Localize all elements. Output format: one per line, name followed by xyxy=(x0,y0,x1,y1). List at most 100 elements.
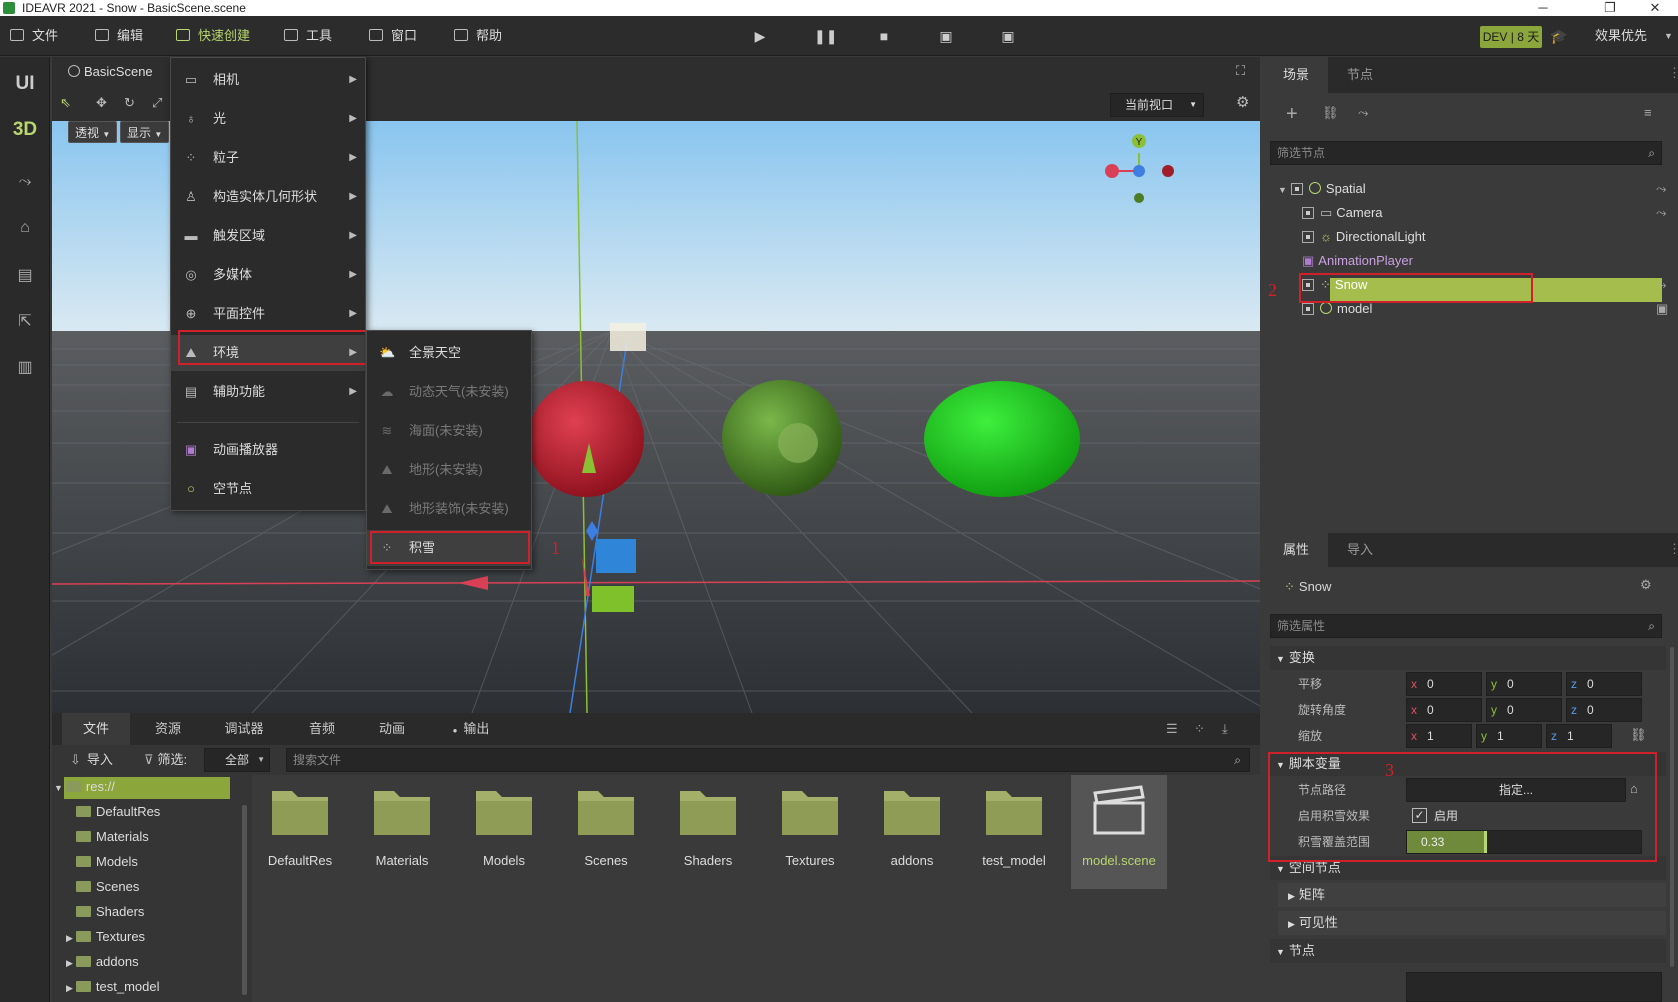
rotate-x-field[interactable]: x0 xyxy=(1406,698,1482,722)
menu-file[interactable]: 文件 xyxy=(10,16,58,56)
download-icon[interactable]: ⤓ xyxy=(1222,721,1228,737)
file-item-folder[interactable]: Models xyxy=(456,775,552,889)
menu-window[interactable]: 窗口 xyxy=(369,16,417,56)
section-matrix[interactable]: ▶ 矩阵 xyxy=(1278,883,1666,907)
y-gizmo-plane[interactable] xyxy=(592,586,634,612)
menu-item-media[interactable]: ◎ 多媒体 ▶ xyxy=(171,257,365,293)
menu-item-trigger[interactable]: ▬ 触发区域 ▶ xyxy=(171,218,365,254)
menu-quick-create[interactable]: 快速创建 xyxy=(176,16,250,56)
quality-dropdown[interactable]: 效果优先 xyxy=(1595,16,1647,56)
fullscreen-icon[interactable]: ⛶ xyxy=(1236,63,1245,79)
instance-icon[interactable]: ⤳ xyxy=(1656,205,1666,221)
tree-folder[interactable]: ▶ test_model xyxy=(66,975,266,999)
scale-x-field[interactable]: x1 xyxy=(1406,724,1472,748)
file-item-folder[interactable]: Shaders xyxy=(660,775,756,889)
grid-view-icon[interactable]: ⁘ xyxy=(1194,721,1205,737)
file-item-folder[interactable]: DefaultRes xyxy=(252,775,348,889)
tab-import[interactable]: 导入 xyxy=(1328,533,1392,567)
play-scene-icon[interactable]: ▣ xyxy=(938,28,954,44)
property-settings-icon[interactable]: ⚙ xyxy=(1640,577,1652,593)
gizmo-x-dot[interactable] xyxy=(1105,164,1119,178)
ui-mode-button[interactable]: UI xyxy=(0,73,50,95)
tab-output[interactable]: ● 输出 xyxy=(436,713,506,745)
file-item-scene[interactable]: model.scene xyxy=(1071,775,1167,889)
green-sphere[interactable] xyxy=(924,381,1080,497)
doc-icon[interactable]: ▥ xyxy=(0,357,50,377)
file-item-folder[interactable]: Textures xyxy=(762,775,858,889)
list-view-icon[interactable]: ☰ xyxy=(1166,721,1178,737)
menu-item-camera[interactable]: ▭ 相机 ▶ xyxy=(171,62,365,98)
translate-z-field[interactable]: z0 xyxy=(1566,672,1642,696)
z-gizmo-plane[interactable] xyxy=(596,539,636,573)
tab-resources[interactable]: 资源 xyxy=(134,713,202,745)
gizmo-neg-y-dot[interactable] xyxy=(1134,193,1144,203)
tree-node-animation-player[interactable]: ▣ AnimationPlayer xyxy=(1302,249,1413,273)
maximize-icon[interactable]: ❐ xyxy=(1587,0,1633,16)
list-menu-icon[interactable]: ≡ xyxy=(1644,105,1652,120)
scale-z-field[interactable]: z1 xyxy=(1546,724,1612,748)
graduation-icon[interactable]: 🎓 xyxy=(1550,28,1567,44)
node-filter-input[interactable]: 筛选节点 ⌕ xyxy=(1270,141,1662,165)
camera-gizmo-icon[interactable] xyxy=(610,323,646,351)
path-tool-icon[interactable]: ⤳ xyxy=(0,173,50,191)
tree-res-root[interactable]: ▼ res:// xyxy=(54,775,254,799)
scale-tool-icon[interactable]: ⤢ xyxy=(152,95,162,111)
tab-scene[interactable]: 场景 xyxy=(1264,57,1328,93)
more-icon[interactable]: ⋮ xyxy=(1668,541,1678,557)
filter-dropdown[interactable]: 全部 ▼ xyxy=(204,748,270,772)
submenu-item-panorama-sky[interactable]: ⛅ 全景天空 xyxy=(367,335,531,371)
tree-folder[interactable]: ▶ Textures xyxy=(66,925,266,949)
import-button[interactable]: ⇩ 导入 xyxy=(70,749,113,771)
rotate-y-field[interactable]: y0 xyxy=(1486,698,1562,722)
menu-item-csg[interactable]: ♙ 构造实体几何形状 ▶ xyxy=(171,179,365,215)
asset-lib-icon[interactable]: ▤ xyxy=(0,265,50,285)
link-scale-icon[interactable]: ⛓ xyxy=(1630,727,1647,743)
menu-item-light[interactable]: ♁ 光 ▶ xyxy=(171,101,365,137)
visibility-checkbox[interactable] xyxy=(1302,207,1314,219)
file-item-folder[interactable]: test_model xyxy=(966,775,1062,889)
add-node-icon[interactable]: + xyxy=(1286,103,1298,126)
instance-icon[interactable]: ⤳ xyxy=(1358,105,1368,121)
move-tool-icon[interactable]: ✥ xyxy=(96,95,107,111)
select-tool-icon[interactable]: ⇖ xyxy=(60,95,71,111)
file-item-folder[interactable]: Scenes xyxy=(558,775,654,889)
tree-scrollbar[interactable] xyxy=(242,805,247,995)
property-scrollbar[interactable] xyxy=(1670,647,1674,967)
play-custom-icon[interactable]: ▣ xyxy=(1000,28,1016,44)
tab-animation[interactable]: 动画 xyxy=(358,713,426,745)
tree-folder[interactable]: ▶ addons xyxy=(66,950,266,974)
visibility-checkbox[interactable] xyxy=(1302,303,1314,315)
scene-tab[interactable]: BasicScene xyxy=(68,62,153,82)
property-filter-input[interactable]: 筛选属性 ⌕ xyxy=(1270,614,1662,638)
red-sphere[interactable] xyxy=(528,381,644,497)
menu-help[interactable]: 帮助 xyxy=(454,16,502,56)
perspective-button[interactable]: 透视 ▼ xyxy=(68,121,118,143)
view-settings-gear-icon[interactable]: ⚙ xyxy=(1236,93,1249,111)
tree-node-directional-light[interactable]: ☼ DirectionalLight xyxy=(1302,225,1426,249)
pause-icon[interactable]: ❚❚ xyxy=(814,28,837,44)
film-icon[interactable]: ▣ xyxy=(1656,301,1668,317)
menu-item-particles[interactable]: ⁘ 粒子 ▶ xyxy=(171,140,365,176)
rotate-tool-icon[interactable]: ↻ xyxy=(124,95,135,111)
tab-audio[interactable]: 音频 xyxy=(288,713,356,745)
tab-properties[interactable]: 属性 xyxy=(1264,533,1328,567)
3d-mode-button[interactable]: 3D xyxy=(0,119,50,141)
section-visibility[interactable]: ▶ 可见性 xyxy=(1278,911,1666,935)
translate-x-field[interactable]: x0 xyxy=(1406,672,1482,696)
section-node[interactable]: ▼ 节点 xyxy=(1270,939,1666,963)
node-property-field[interactable] xyxy=(1406,972,1662,1002)
menu-item-empty-node[interactable]: ○ 空节点 xyxy=(171,471,365,507)
tab-node[interactable]: 节点 xyxy=(1328,57,1392,93)
menu-item-helper[interactable]: ▤ 辅助功能 ▶ xyxy=(171,374,365,410)
file-item-folder[interactable]: addons xyxy=(864,775,960,889)
visibility-checkbox[interactable] xyxy=(1302,231,1314,243)
visibility-checkbox[interactable] xyxy=(1290,183,1303,195)
instance-icon[interactable]: ⤳ xyxy=(1656,277,1666,293)
menu-item-control[interactable]: ⊕ 平面控件 ▶ xyxy=(171,296,365,332)
translate-y-field[interactable]: y0 xyxy=(1486,672,1562,696)
file-item-folder[interactable]: Materials xyxy=(354,775,450,889)
file-search-input[interactable]: 搜索文件 ⌕ xyxy=(286,748,1250,772)
gizmo-z-dot[interactable] xyxy=(1133,165,1145,177)
tree-node-camera[interactable]: ▭ Camera xyxy=(1302,201,1383,225)
minimize-icon[interactable]: ─ xyxy=(1520,0,1566,16)
